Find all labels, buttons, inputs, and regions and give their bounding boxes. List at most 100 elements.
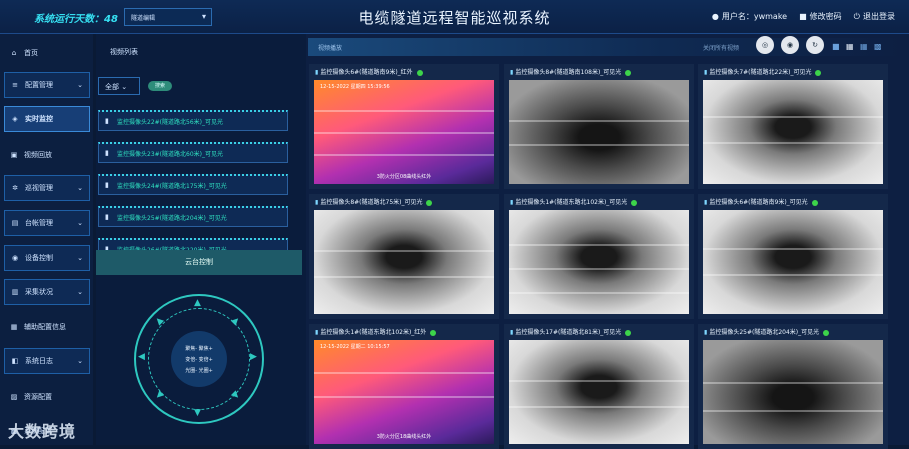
refresh-icon: ↻ bbox=[812, 41, 818, 49]
user-name: ● 用户名：ywmake bbox=[711, 12, 788, 21]
logout-button[interactable]: ⏻ 退出登录 bbox=[854, 11, 895, 22]
video-caption: ▮ 监控摄像头25#(隧道路北204米)_可见光 bbox=[704, 327, 830, 336]
ledger-icon: ▤ bbox=[11, 219, 19, 227]
video-grid-area: 视频播放 关闭所有视频 ◎ ◉ ↻ ■ ▦ ▦ ▩ ▮ 监控摄像头6#(隧道路南9… bbox=[306, 34, 909, 449]
user-area: ● 用户名：ywmake ■ 修改密码 ⏻ 退出登录 bbox=[712, 11, 895, 22]
home-icon: ⌂ bbox=[11, 49, 17, 57]
online-status-icon bbox=[625, 329, 632, 336]
sidebar-item-collect[interactable]: ▥ 采集状况 ⌄ bbox=[4, 279, 90, 305]
sidebar-item-resource[interactable]: ▨ 资源配置 bbox=[4, 384, 90, 410]
camera-list-item[interactable]: ▮ 监控摄像头25#(隧道路北204米)_可见光 bbox=[98, 206, 288, 227]
camera-icon: ▮ bbox=[105, 149, 109, 157]
snapshot-button[interactable]: ◎ bbox=[756, 36, 774, 54]
layout-4x4-icon[interactable]: ▩ bbox=[874, 42, 883, 51]
sidebar-item-device[interactable]: ◉ 设备控制 ⌄ bbox=[4, 245, 90, 271]
video-cell[interactable]: ▮ 监控摄像头17#(隧道路北81米)_可见光 bbox=[504, 324, 694, 449]
video-osd-text: 3防火分区18曲线头红外 bbox=[376, 434, 432, 440]
close-all-videos-button[interactable]: 关闭所有视频 bbox=[703, 43, 739, 52]
camera-list-item[interactable]: ▮ 监控摄像头22#(隧道路北56米)_可见光 bbox=[98, 110, 288, 131]
video-cell[interactable]: ▮ 监控摄像头6#(隧道路南9米)_红外 12-15-2022 星期四 15:39… bbox=[309, 64, 499, 189]
video-feed bbox=[509, 340, 689, 444]
control-icon: ◉ bbox=[11, 254, 19, 262]
video-cell[interactable]: ▮ 监控摄像头8#(隧道路北75米)_可见光 bbox=[309, 194, 499, 319]
online-status-icon bbox=[811, 199, 818, 206]
online-status-icon bbox=[823, 329, 830, 336]
video-cell[interactable]: ▮ 监控摄像头25#(隧道路北204米)_可见光 bbox=[698, 324, 888, 449]
camera-list-item[interactable]: ▮ 监控摄像头23#(隧道路北60米)_可见光 bbox=[98, 142, 288, 163]
video-osd-text: 3防火分区08曲线头红外 bbox=[376, 174, 432, 180]
online-status-icon bbox=[631, 199, 638, 206]
video-caption: ▮ 监控摄像头8#(隧道路北75米)_可见光 bbox=[315, 197, 433, 206]
record-icon: ◉ bbox=[786, 41, 794, 49]
zoom-minus-button[interactable]: 变倍- bbox=[185, 357, 197, 363]
sidebar-item-realtime[interactable]: ◈ 实时监控 bbox=[4, 106, 90, 132]
sidebar-item-playback[interactable]: ▣ 视频回放 bbox=[4, 142, 90, 168]
sidebar-item-aux-info[interactable]: ▦ 辅助配置信息 bbox=[4, 314, 90, 340]
video-cell[interactable]: ▮ 监控摄像头1#(隧道东路北102米)_红外 12-15-2022 星期二 10… bbox=[309, 324, 499, 449]
log-icon: ◧ bbox=[11, 357, 19, 365]
online-status-icon bbox=[430, 329, 437, 336]
online-status-icon bbox=[416, 69, 423, 76]
video-feed bbox=[703, 80, 883, 184]
video-caption: ▮ 监控摄像头1#(隧道东路北102米)_可见光 bbox=[510, 197, 638, 206]
video-caption: ▮ 监控摄像头6#(隧道路南9米)_红外 bbox=[315, 67, 423, 76]
video-cell[interactable]: ▮ 监控摄像头6#(隧道路南9米)_可见光 bbox=[698, 194, 888, 319]
ptz-right-button[interactable]: ▶ bbox=[250, 352, 257, 362]
sidebar-item-home[interactable]: ⌂ 首页 bbox=[4, 40, 90, 66]
search-button[interactable]: 搜索 bbox=[148, 81, 172, 91]
refresh-button[interactable]: ↻ bbox=[806, 36, 824, 54]
layout-1x1-icon[interactable]: ■ bbox=[832, 42, 841, 51]
gear-icon: ✲ bbox=[12, 184, 18, 192]
chevron-down-icon: ⌄ bbox=[77, 254, 83, 262]
iris-plus-button[interactable]: 光圈+ bbox=[199, 368, 213, 374]
video-feed bbox=[509, 80, 689, 184]
video-caption: ▮ 监控摄像头8#(隧道路南108米)_可见光 bbox=[510, 67, 632, 76]
video-caption: ▮ 监控摄像头6#(隧道路南9米)_可见光 bbox=[704, 197, 818, 206]
ptz-control: ▲ ▼ ◀ ▶ ▲ ▲ ▲ ▲ 聚焦- 聚焦+ 变倍- 变倍+ 光圈- 光圈+ bbox=[134, 294, 264, 424]
video-timestamp: 12-15-2022 星期二 10:15:57 bbox=[320, 344, 390, 350]
top-bar: 系统运行天数：48 隧道编辑 ▾ 电缆隧道远程智能巡视系统 ● 用户名：ywmak… bbox=[0, 0, 909, 34]
zoom-plus-button[interactable]: 变倍+ bbox=[199, 357, 213, 363]
ptz-center-controls: 聚焦- 聚焦+ 变倍- 变倍+ 光圈- 光圈+ bbox=[171, 331, 227, 387]
video-list-title: 视频列表 bbox=[110, 48, 138, 56]
focus-plus-button[interactable]: 聚焦+ bbox=[199, 346, 213, 352]
resource-icon: ▨ bbox=[10, 393, 18, 401]
sidebar-item-log[interactable]: ◧ 系统日志 ⌄ bbox=[4, 348, 90, 374]
chevron-down-icon: ⌄ bbox=[77, 288, 83, 296]
layout-2x2-icon[interactable]: ▦ bbox=[846, 42, 855, 51]
sidebar-item-config[interactable]: ≡ 配置管理 ⌄ bbox=[4, 72, 90, 98]
camera-icon: ▮ bbox=[315, 329, 319, 336]
video-cell[interactable]: ▮ 监控摄像头1#(隧道东路北102米)_可见光 bbox=[504, 194, 694, 319]
ptz-up-button[interactable]: ▲ bbox=[194, 298, 201, 308]
lock-icon: ■ bbox=[799, 12, 807, 21]
video-cell[interactable]: ▮ 监控摄像头8#(隧道路南108米)_可见光 bbox=[504, 64, 694, 189]
camera-icon: ▮ bbox=[105, 117, 109, 125]
chevron-down-icon: ⌄ bbox=[121, 83, 128, 91]
camera-list-item[interactable]: ▮ 监控摄像头24#(隧道路北175米)_可见光 bbox=[98, 174, 288, 195]
camera-icon: ◎ bbox=[761, 41, 769, 49]
video-feed-thermal: 12-15-2022 星期四 15:39:56 3防火分区08曲线头红外 bbox=[314, 80, 494, 184]
camera-icon: ▮ bbox=[315, 199, 319, 206]
camera-icon: ▮ bbox=[105, 181, 109, 189]
video-caption: ▮ 监控摄像头17#(隧道路北81米)_可见光 bbox=[510, 327, 632, 336]
record-button[interactable]: ◉ bbox=[781, 36, 799, 54]
ptz-control-header: 云台控制 bbox=[96, 250, 302, 275]
sidebar-item-ledger[interactable]: ▤ 台帐管理 ⌄ bbox=[4, 210, 90, 236]
focus-minus-button[interactable]: 聚焦- bbox=[185, 346, 197, 352]
ptz-down-button[interactable]: ▼ bbox=[194, 408, 201, 418]
camera-icon: ▮ bbox=[704, 199, 708, 206]
camera-icon: ▮ bbox=[704, 69, 708, 76]
chevron-down-icon: ⌄ bbox=[77, 357, 83, 365]
change-password-button[interactable]: ■ 修改密码 bbox=[799, 11, 842, 22]
video-cell[interactable]: ▮ 监控摄像头7#(隧道路北22米)_可见光 bbox=[698, 64, 888, 189]
power-icon: ⏻ bbox=[853, 12, 860, 21]
camera-filter-select[interactable]: 全部 ⌄ bbox=[98, 77, 140, 95]
config-icon: ≡ bbox=[12, 81, 18, 89]
camera-icon: ▮ bbox=[510, 199, 514, 206]
ptz-left-button[interactable]: ◀ bbox=[138, 352, 145, 362]
layout-3x3-icon[interactable]: ▦ bbox=[860, 42, 869, 51]
video-feed bbox=[703, 210, 883, 314]
sidebar-item-patrol[interactable]: ✲ 巡视管理 ⌄ bbox=[4, 175, 90, 201]
iris-minus-button[interactable]: 光圈- bbox=[185, 368, 197, 374]
camera-icon: ▮ bbox=[704, 329, 708, 336]
